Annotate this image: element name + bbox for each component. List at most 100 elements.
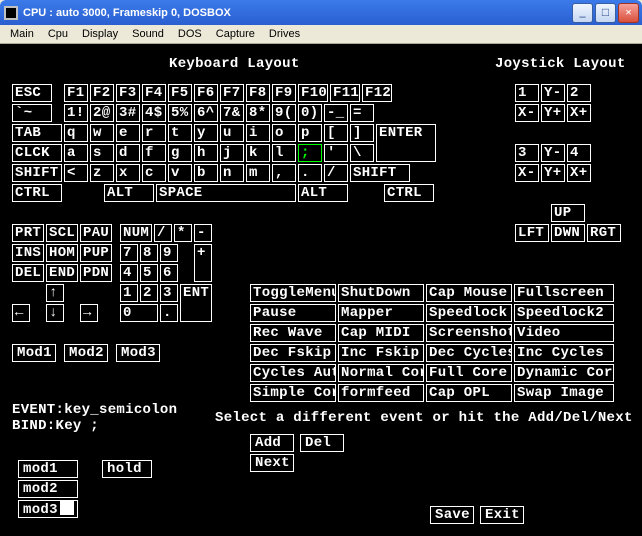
- key-up-arrow[interactable]: ↑: [46, 284, 64, 302]
- key-f[interactable]: f: [142, 144, 166, 162]
- action-capmidi[interactable]: Cap MIDI: [338, 324, 424, 342]
- key-pageup[interactable]: PUP: [80, 244, 112, 262]
- nav-left[interactable]: LFT: [515, 224, 549, 242]
- key-numdiv[interactable]: /: [154, 224, 172, 242]
- key-rshift[interactable]: SHIFT: [350, 164, 410, 182]
- key-j[interactable]: j: [220, 144, 244, 162]
- key-r[interactable]: r: [142, 124, 166, 142]
- menu-capture[interactable]: Capture: [209, 26, 262, 42]
- key-nummul[interactable]: *: [174, 224, 192, 242]
- action-dynamiccore[interactable]: Dynamic Core: [514, 364, 614, 382]
- close-button[interactable]: ×: [618, 3, 639, 23]
- exit-button[interactable]: Exit: [480, 506, 524, 524]
- key-z[interactable]: z: [90, 164, 114, 182]
- key-f5[interactable]: F5: [168, 84, 192, 102]
- joy2-button4[interactable]: 4: [567, 144, 591, 162]
- action-deccycles[interactable]: Dec Cycles: [426, 344, 512, 362]
- key-0[interactable]: 0): [298, 104, 322, 122]
- key-home[interactable]: HOM: [46, 244, 78, 262]
- key-num5[interactable]: 5: [140, 264, 158, 282]
- action-shutdown[interactable]: ShutDown: [338, 284, 424, 302]
- key-3[interactable]: 3#: [116, 104, 140, 122]
- action-speedlock2[interactable]: Speedlock2: [514, 304, 614, 322]
- menu-dos[interactable]: DOS: [171, 26, 209, 42]
- mod1-button[interactable]: Mod1: [12, 344, 56, 362]
- nav-down[interactable]: DWN: [551, 224, 585, 242]
- key-num0[interactable]: 0: [120, 304, 158, 322]
- key-rctrl[interactable]: CTRL: [384, 184, 434, 202]
- key-num3[interactable]: 3: [160, 284, 178, 302]
- action-cyclesauto[interactable]: Cycles Auto: [250, 364, 336, 382]
- action-video[interactable]: Video: [514, 324, 614, 342]
- key-num7[interactable]: 7: [120, 244, 138, 262]
- action-fullscreen[interactable]: Fullscreen: [514, 284, 614, 302]
- toggle-hold[interactable]: hold: [102, 460, 152, 478]
- action-simplecore[interactable]: Simple Core: [250, 384, 336, 402]
- key-num4[interactable]: 4: [120, 264, 138, 282]
- maximize-button[interactable]: □: [595, 3, 616, 23]
- key-i[interactable]: i: [246, 124, 270, 142]
- key-4[interactable]: 4$: [142, 104, 166, 122]
- key-esc[interactable]: ESC: [12, 84, 52, 102]
- key-f10[interactable]: F10: [298, 84, 328, 102]
- key-e[interactable]: e: [116, 124, 140, 142]
- action-swapimage[interactable]: Swap Image: [514, 384, 614, 402]
- action-recwave[interactable]: Rec Wave: [250, 324, 336, 342]
- nav-up[interactable]: UP: [551, 204, 585, 222]
- key-down-arrow[interactable]: ↓: [46, 304, 64, 322]
- mod2-button[interactable]: Mod2: [64, 344, 108, 362]
- joy1-button2[interactable]: 2: [567, 84, 591, 102]
- key-f12[interactable]: F12: [362, 84, 392, 102]
- toggle-mod1[interactable]: mod1: [18, 460, 78, 478]
- key-end[interactable]: END: [46, 264, 78, 282]
- next-button[interactable]: Next: [250, 454, 294, 472]
- key-l[interactable]: l: [272, 144, 296, 162]
- action-decfskip[interactable]: Dec Fskip: [250, 344, 336, 362]
- menu-sound[interactable]: Sound: [125, 26, 171, 42]
- key-semicolon[interactable]: ;: [298, 144, 322, 162]
- key-minus[interactable]: -_: [324, 104, 348, 122]
- action-inccycles[interactable]: Inc Cycles: [514, 344, 614, 362]
- joy1-y-minus[interactable]: Y-: [541, 84, 565, 102]
- joy1-y-plus[interactable]: Y+: [541, 104, 565, 122]
- key-f11[interactable]: F11: [330, 84, 360, 102]
- key-h[interactable]: h: [194, 144, 218, 162]
- key-left-arrow[interactable]: ←: [12, 304, 30, 322]
- key-f3[interactable]: F3: [116, 84, 140, 102]
- key-numsub[interactable]: -: [194, 224, 212, 242]
- key-7[interactable]: 7&: [220, 104, 244, 122]
- key-numadd[interactable]: +: [194, 244, 212, 282]
- key-insert[interactable]: INS: [12, 244, 44, 262]
- key-c[interactable]: c: [142, 164, 166, 182]
- minimize-button[interactable]: _: [572, 3, 593, 23]
- action-fullcore[interactable]: Full Core: [426, 364, 512, 382]
- save-button[interactable]: Save: [430, 506, 474, 524]
- key-y[interactable]: y: [194, 124, 218, 142]
- key-rbracket[interactable]: ]: [350, 124, 374, 142]
- key-a[interactable]: a: [64, 144, 88, 162]
- key-f2[interactable]: F2: [90, 84, 114, 102]
- add-button[interactable]: Add: [250, 434, 294, 452]
- joy2-y-plus[interactable]: Y+: [541, 164, 565, 182]
- key-num2[interactable]: 2: [140, 284, 158, 302]
- key-ralt[interactable]: ALT: [298, 184, 348, 202]
- key-num8[interactable]: 8: [140, 244, 158, 262]
- key-pause[interactable]: PAU: [80, 224, 112, 242]
- toggle-mod2[interactable]: mod2: [18, 480, 78, 498]
- action-togglemenu[interactable]: ToggleMenu: [250, 284, 336, 302]
- joy2-y-minus[interactable]: Y-: [541, 144, 565, 162]
- key-scrolllock[interactable]: SCL: [46, 224, 78, 242]
- action-incfskip[interactable]: Inc Fskip: [338, 344, 424, 362]
- key-m[interactable]: m: [246, 164, 270, 182]
- key-f7[interactable]: F7: [220, 84, 244, 102]
- action-pause[interactable]: Pause: [250, 304, 336, 322]
- key-period[interactable]: .: [298, 164, 322, 182]
- key-w[interactable]: w: [90, 124, 114, 142]
- action-screenshot[interactable]: Screenshot: [426, 324, 512, 342]
- joy1-button1[interactable]: 1: [515, 84, 539, 102]
- action-capopl[interactable]: Cap OPL: [426, 384, 512, 402]
- joy1-x-plus[interactable]: X+: [567, 104, 591, 122]
- key-right-arrow[interactable]: →: [80, 304, 98, 322]
- key-9[interactable]: 9(: [272, 104, 296, 122]
- key-num6[interactable]: 6: [160, 264, 178, 282]
